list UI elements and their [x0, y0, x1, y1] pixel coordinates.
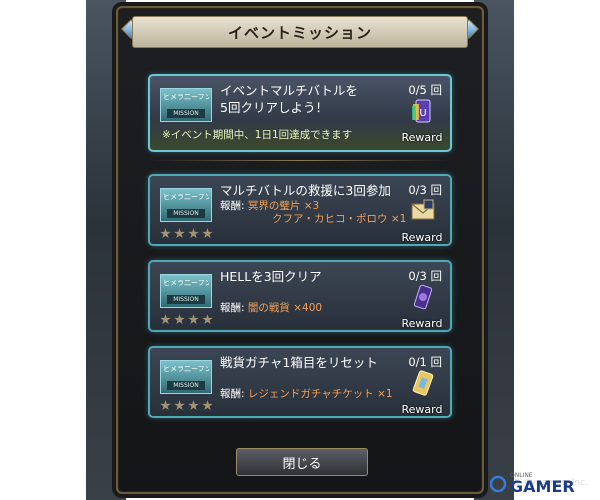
- mission-title: HELLを3回クリア: [220, 269, 322, 284]
- banner-logo: ヒメラ二ーフンセ: [163, 365, 209, 373]
- window-title: イベントミッション: [227, 23, 372, 42]
- reward-prefix: 報酬:: [220, 302, 245, 314]
- divider: [148, 160, 452, 161]
- star-rating: [160, 314, 213, 326]
- mission-card-3[interactable]: ヒメラ二ーフンセ MISSION HELLを3回クリア 0/3 回 報酬: 闇の…: [148, 260, 452, 332]
- reward-button[interactable]: U Reward: [400, 96, 444, 144]
- reward-button[interactable]: Reward: [400, 368, 444, 416]
- coin-reward-icon: [413, 284, 433, 310]
- star-icon: [188, 400, 199, 411]
- mission-banner: ヒメラ二ーフンセ MISSION: [160, 360, 212, 394]
- mission-banner: ヒメラ二ーフンセ MISSION: [160, 188, 212, 222]
- banner-logo: ヒメラ二ーフンセ: [163, 93, 209, 101]
- reward-button[interactable]: Reward: [400, 282, 444, 330]
- mission-note: ※イベント期間中、1日1回達成できます: [162, 129, 353, 141]
- star-icon: [160, 228, 171, 239]
- mission-title: 戦貨ガチャ1箱目をリセット: [220, 355, 378, 370]
- reward-item: 冥界の璧片 ×3: [247, 200, 320, 212]
- reward-label: Reward: [401, 231, 443, 244]
- banner-tag: MISSION: [167, 209, 205, 218]
- banner-tag: MISSION: [167, 295, 205, 304]
- title-bar: イベントミッション: [132, 16, 468, 48]
- close-button[interactable]: 閉じる: [236, 448, 368, 476]
- mission-banner: ヒメラ二ーフンセ MISSION: [160, 274, 212, 308]
- reward-row: 報酬: レジェンドガチャチケット ×1: [220, 388, 393, 401]
- mission-title: イベントマルチバトルを 5回クリアしよう！: [220, 83, 358, 115]
- reward-row: 報酬: 闇の戦貨 ×400: [220, 302, 322, 315]
- event-mission-window: イベントミッション ヒメラ二ーフンセ MISSION イベントマルチバトルを 5…: [116, 6, 484, 494]
- reward-label: Reward: [401, 131, 443, 144]
- mission-card-2[interactable]: ヒメラ二ーフンセ MISSION マルチバトルの救援に3回参加 0/3 回 報酬…: [148, 174, 452, 246]
- star-icon: [188, 314, 199, 325]
- star-icon: [202, 314, 213, 325]
- mission-card-4[interactable]: ヒメラ二ーフンセ MISSION 戦貨ガチャ1箱目をリセット 0/1 回 報酬:…: [148, 346, 452, 418]
- reward-label: Reward: [401, 403, 443, 416]
- reward-item: クフア・カヒコ・ポロウ ×1: [272, 213, 407, 225]
- banner-logo: ヒメラ二ーフンセ: [163, 193, 209, 201]
- star-icon: [160, 314, 171, 325]
- banner-logo: ヒメラ二ーフンセ: [163, 279, 209, 287]
- star-icon: [202, 228, 213, 239]
- mission-banner: ヒメラ二ーフンセ MISSION: [160, 88, 212, 122]
- star-rating: [160, 400, 213, 412]
- reward-row: 報酬: 冥界の璧片 ×3 クフア・カヒコ・ポロウ ×1: [220, 200, 406, 225]
- reward-item: 闇の戦貨 ×400: [247, 302, 323, 314]
- mission-title: マルチバトルの救援に3回参加: [220, 183, 391, 198]
- reward-item: レジェンドガチャチケット ×1: [247, 388, 393, 400]
- reward-prefix: 報酬:: [220, 200, 245, 212]
- star-icon: [174, 228, 185, 239]
- reward-label: Reward: [401, 317, 443, 330]
- svg-text:GAMER: GAMER: [510, 477, 575, 496]
- banner-tag: MISSION: [167, 381, 205, 390]
- star-icon: [174, 400, 185, 411]
- star-rating: [160, 228, 213, 240]
- ticket-reward-icon: U: [412, 99, 431, 123]
- letter-reward-icon: [411, 199, 435, 220]
- svg-text:U: U: [419, 108, 426, 119]
- banner-tag: MISSION: [167, 109, 205, 118]
- reward-prefix: 報酬:: [220, 388, 245, 400]
- reward-button[interactable]: Reward: [400, 196, 444, 244]
- star-icon: [202, 400, 213, 411]
- mission-card-1[interactable]: ヒメラ二ーフンセ MISSION イベントマルチバトルを 5回クリアしよう！ 0…: [148, 74, 452, 152]
- ticket-reward-icon: [412, 370, 434, 396]
- online-gamer-logo: ONLINE GAMER: [490, 472, 575, 496]
- star-icon: [188, 228, 199, 239]
- star-icon: [174, 314, 185, 325]
- star-icon: [160, 400, 171, 411]
